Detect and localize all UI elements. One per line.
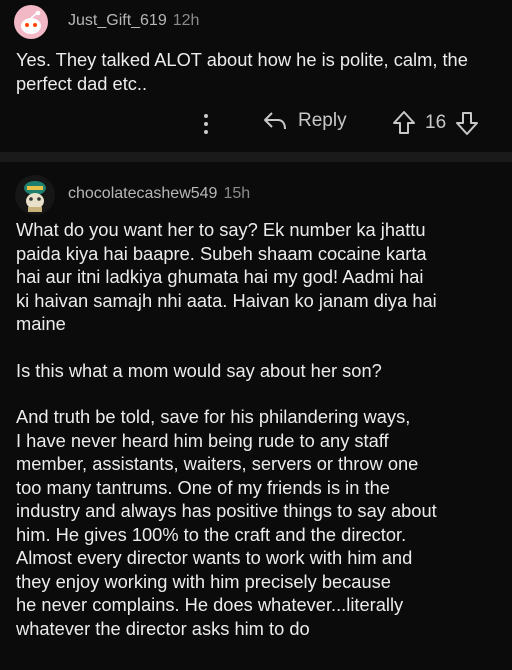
reply-arrow-icon [264,112,286,130]
comment-text: Yes. They talked ALOT about how he is po… [16,49,468,94]
timestamp: 12h [172,12,200,29]
reply-label: Reply [298,110,347,131]
vote-count: 16 [425,112,447,133]
comment-meta: chocolatecashew549 15h [68,185,250,203]
snoo-avatar-icon [15,175,55,215]
upvote-arrow-icon[interactable] [392,110,416,136]
vote-controls: 16 [392,110,479,136]
comment-body: Yes. They talked ALOT about how he is po… [16,48,496,95]
kebab-icon [204,114,208,134]
timestamp: 15h [223,185,251,202]
downvote-arrow-icon[interactable] [455,110,479,136]
comment-1: Just_Gift_619 12h Yes. They talked ALOT … [0,0,512,152]
comment-actions: Reply 16 [0,106,512,142]
username[interactable]: Just_Gift_619 [68,12,167,30]
avatar[interactable] [14,174,56,216]
comment-paragraph: What do you want her to say? Ek number k… [16,219,437,334]
comment-body: What do you want her to say? Ek number k… [16,218,504,640]
reply-button[interactable]: Reply [262,110,347,132]
more-options-button[interactable] [196,110,216,138]
snoo-avatar-icon [14,5,48,39]
avatar[interactable] [13,4,49,40]
comment-paragraph: And truth be told, save for his philande… [16,406,437,639]
username[interactable]: chocolatecashew549 [68,185,217,203]
comment-paragraph: Is this what a mom would say about her s… [16,359,382,381]
comment-meta: Just_Gift_619 12h [68,12,199,30]
comment-divider [0,152,512,162]
